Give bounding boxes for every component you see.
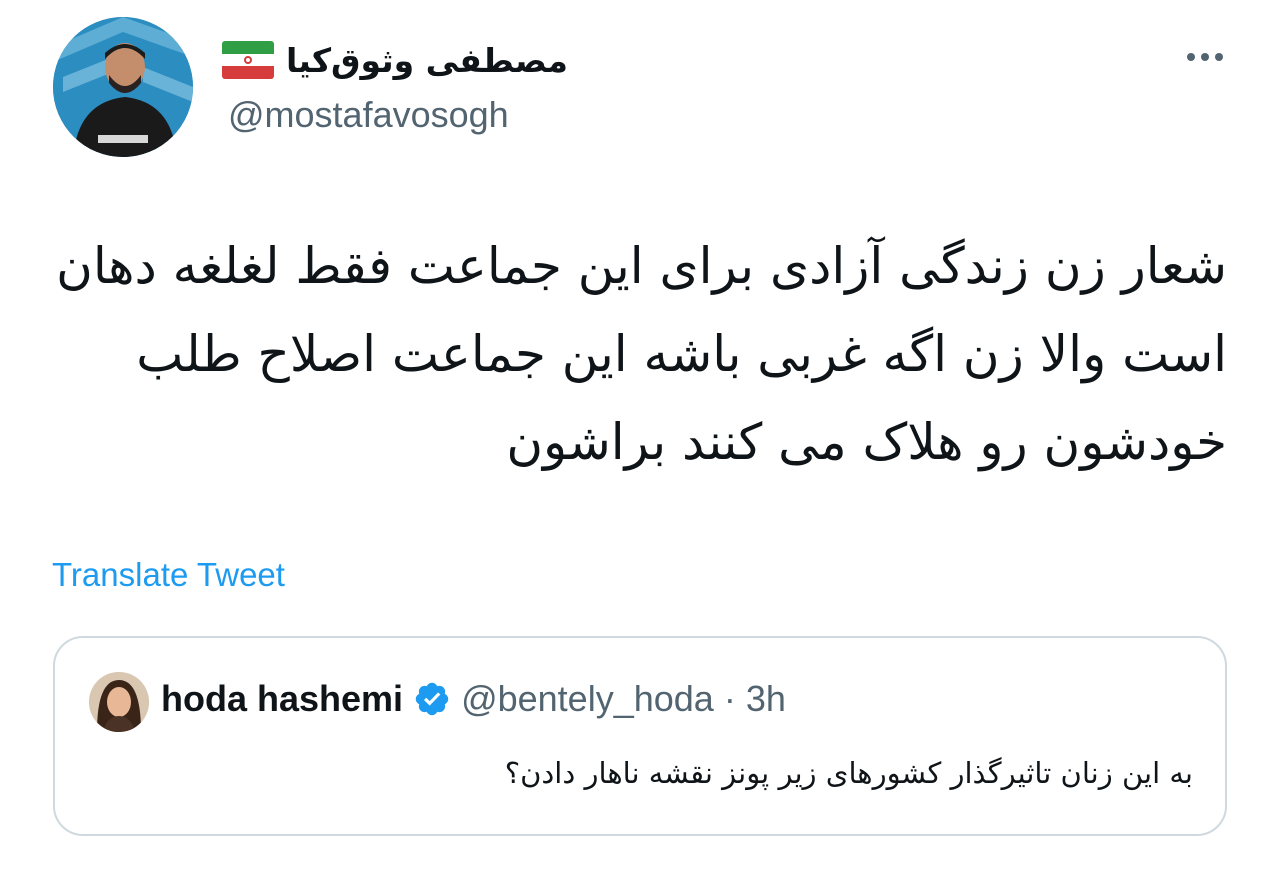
quoted-author-avatar[interactable] <box>89 672 149 732</box>
author-avatar[interactable] <box>53 17 193 157</box>
author-name-row[interactable]: مصطفی وثوق‌کیا <box>222 35 568 85</box>
quoted-tweet-card[interactable]: hoda hashemi @bentely_hoda · 3h به این ز… <box>53 636 1227 836</box>
more-options-icon[interactable] <box>1180 40 1230 74</box>
translate-tweet-link[interactable]: Translate Tweet <box>52 556 285 594</box>
iran-flag-icon <box>222 41 274 79</box>
quoted-display-name[interactable]: hoda hashemi <box>161 678 403 720</box>
author-display-name[interactable]: مصطفی وثوق‌کیا <box>286 41 568 80</box>
quoted-timestamp[interactable]: 3h <box>746 678 786 720</box>
author-handle[interactable]: @mostafavosogh <box>228 94 509 136</box>
quoted-handle[interactable]: @bentely_hoda <box>461 678 714 720</box>
quoted-header: hoda hashemi @bentely_hoda · 3h <box>161 678 786 720</box>
tweet: مصطفی وثوق‌کیا @mostafavosogh شعار زن زن… <box>0 0 1280 875</box>
verified-badge-icon <box>415 682 449 716</box>
tweet-text: شعار زن زندگی آزادی برای این جماعت فقط ل… <box>56 237 1227 471</box>
quoted-tweet-text: به این زنان تاثیرگذار کشورهای زیر پونز ن… <box>504 756 1193 790</box>
separator-dot: · <box>723 678 736 719</box>
